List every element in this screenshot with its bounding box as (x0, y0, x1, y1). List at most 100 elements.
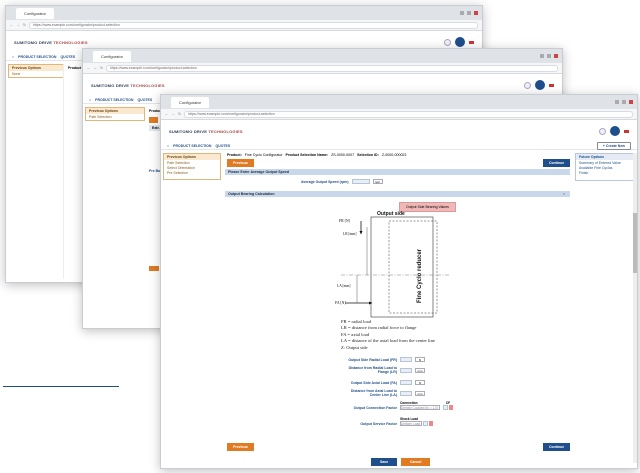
connection-select[interactable]: Directly Coupled (fc = 1.0) (400, 405, 440, 410)
axial-load-unit: N (415, 380, 425, 385)
selection-id-value: Z-0000-000023 (381, 153, 407, 157)
section-bearing: Output Bearing Calculation (225, 191, 570, 197)
url-field[interactable]: https://www.example.com/configurator/pro… (183, 110, 633, 118)
previous-bottom-button[interactable]: Previous (227, 443, 254, 451)
service-factor-label: Output Service Factor (360, 422, 397, 426)
product-column-label: Product (68, 66, 82, 70)
selection-id-label: Selection ID: (357, 153, 379, 157)
field-radial-distance: Distance from Radial Load to Flange (LR)… (341, 366, 425, 374)
nav-product-selection[interactable]: PRODUCT SELECTION (95, 98, 133, 102)
language-flag-icon[interactable] (469, 40, 474, 44)
axial-load-label: Output Side Axial Load (FA) (350, 380, 397, 385)
avg-speed-input[interactable] (351, 179, 370, 184)
fa-label: FA [N] (335, 301, 346, 305)
service-factor-row: Output Service Factor Shock Load Uniform… (341, 417, 433, 426)
product-label: Product: (227, 153, 242, 157)
browser-tabbar: Configurator (6, 6, 482, 20)
fr-arrowhead (359, 231, 363, 235)
reload-icon[interactable]: ↻ (100, 66, 103, 70)
sidebar-column (8, 64, 64, 279)
continue-bottom-button[interactable]: Continue (543, 443, 571, 451)
forward-icon[interactable]: → (17, 23, 21, 27)
reload-icon[interactable]: ↻ (23, 23, 26, 27)
radial-distance-unit: mm (415, 367, 425, 373)
field-axial-distance: Distance from Axial Load to Center Line … (341, 389, 425, 397)
axial-distance-input[interactable] (400, 390, 412, 396)
url-field[interactable]: https://www.example.com/configurator/pro… (28, 21, 478, 29)
language-flag-icon[interactable] (624, 129, 629, 133)
cf-info-icon[interactable] (449, 405, 453, 410)
field-radial-load: Output Side Radial Load (FR) N (341, 357, 425, 362)
forward-icon[interactable]: → (94, 66, 98, 70)
legend-output-side: Z: Output side (341, 344, 368, 350)
brand-logo[interactable]: SUMITOMO DRIVE TECHNOLOGIES (169, 129, 243, 134)
help-icon[interactable] (599, 127, 606, 135)
previous-button[interactable] (149, 117, 158, 123)
nav-quotes[interactable]: QUOTES (60, 55, 75, 59)
cancel-button[interactable]: Cancel (401, 458, 431, 466)
language-flag-icon[interactable] (549, 83, 554, 87)
connection-factor-row: Output Connection Factor Connection Dire… (341, 401, 453, 410)
previous-option-pre-selection[interactable]: Pre Selection (164, 171, 220, 176)
reload-icon[interactable]: ↻ (178, 112, 181, 116)
help-icon[interactable] (524, 81, 531, 89)
main-nav: ⌂ PRODUCT SELECTION QUOTES + Create New (161, 141, 637, 150)
radial-load-label: Output Side Radial Load (FR) (348, 357, 397, 362)
app-header: SUMITOMO DRIVE TECHNOLOGIES (161, 120, 637, 142)
brand-logo[interactable]: SUMITOMO DRIVE TECHNOLOGIES (14, 40, 88, 45)
back-icon[interactable]: ← (165, 112, 169, 116)
nav-product-selection[interactable]: PRODUCT SELECTION (173, 144, 211, 148)
shock-select[interactable]: Uniform Load (400, 421, 422, 426)
nav-product-selection[interactable]: PRODUCT SELECTION (18, 55, 56, 59)
decorative-line (3, 386, 119, 387)
nav-quotes[interactable]: QUOTES (137, 98, 152, 102)
save-button[interactable]: Save (371, 458, 398, 466)
brand-logo[interactable]: SUMITOMO DRIVE TECHNOLOGIES (91, 83, 165, 88)
avatar[interactable] (535, 80, 545, 90)
previous-button-bottom[interactable] (149, 266, 159, 271)
nav-quotes[interactable]: QUOTES (215, 144, 230, 148)
radial-distance-input[interactable] (400, 367, 412, 373)
address-bar: ← → ↻ https://www.example.com/configurat… (83, 63, 562, 74)
previous-button[interactable]: Previous (227, 159, 254, 167)
browser-tab[interactable]: Configurator (93, 50, 132, 62)
create-new-button[interactable]: + Create New (596, 141, 631, 150)
pre-box-label: Pre Ba (149, 169, 161, 173)
reducer-inner (388, 220, 438, 314)
home-icon[interactable]: ⌂ (167, 144, 169, 148)
lr-label: LR [mm] (343, 232, 356, 236)
connection-select-group: Connection Directly Coupled (fc = 1.0) (400, 401, 440, 410)
scrollbar-thumb[interactable] (633, 213, 637, 273)
previous-option-item[interactable]: Path Selection (86, 114, 144, 120)
browser-tab[interactable]: Configurator (16, 7, 55, 19)
service-info-icon[interactable] (429, 421, 433, 426)
continue-button[interactable]: Continue (543, 159, 571, 167)
future-options-panel: Future Options Summary of Entered Value … (575, 153, 635, 181)
home-icon[interactable]: ⌂ (89, 98, 91, 102)
legend-la: LA = distance of the axial load from the… (341, 338, 435, 344)
back-icon[interactable]: ← (10, 23, 14, 27)
fr-label: FR [N] (339, 219, 350, 223)
forward-icon[interactable]: → (172, 112, 176, 116)
close-icon[interactable]: × (563, 191, 565, 196)
radial-load-input[interactable] (400, 357, 412, 362)
axial-load-input[interactable] (400, 380, 412, 385)
url-field[interactable]: https://www.example.com/configurator/pro… (105, 64, 558, 72)
axial-distance-label: Distance from Axial Load to Center Line … (350, 389, 397, 397)
cf-input[interactable] (443, 405, 448, 410)
selection-name-label: Product Selection Name: (285, 153, 329, 157)
avg-speed-row: Average Output Speed (rpm) rpm (301, 179, 383, 184)
scrollbar[interactable] (633, 153, 637, 463)
back-icon[interactable]: ← (87, 66, 91, 70)
la-label: LA [mm] (337, 284, 350, 288)
selection-name-value: ZS-0000-0007 (331, 153, 355, 157)
browser-tab[interactable]: Configurator (171, 96, 210, 108)
help-icon[interactable] (444, 38, 451, 46)
home-icon[interactable]: ⌂ (12, 55, 14, 59)
future-option-finish: Finish (579, 171, 589, 175)
radial-load-unit: N (415, 357, 425, 362)
address-bar: ← → ↻ https://www.example.com/configurat… (161, 109, 637, 120)
avatar[interactable] (455, 37, 465, 47)
avatar[interactable] (610, 126, 620, 136)
service-input[interactable] (423, 421, 428, 426)
